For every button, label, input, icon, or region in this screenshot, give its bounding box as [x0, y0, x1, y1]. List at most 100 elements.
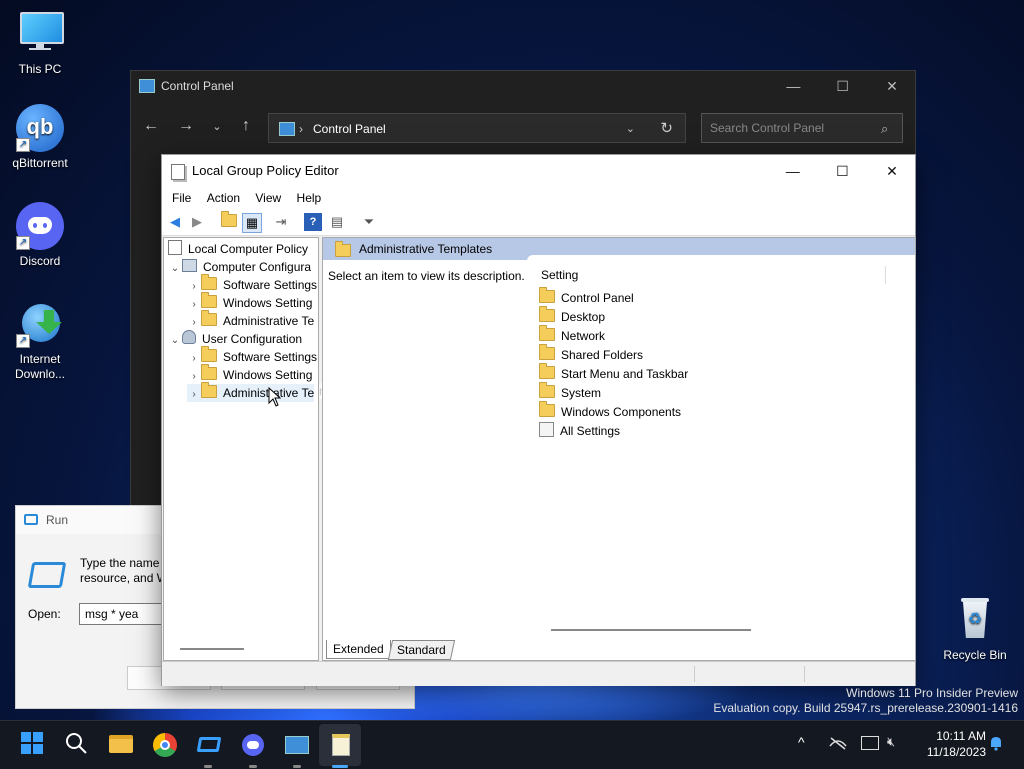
refresh-icon[interactable]: ↻: [660, 114, 673, 144]
properties-icon[interactable]: ▤: [328, 213, 346, 231]
close-button[interactable]: ✕: [869, 155, 915, 187]
notification-bell-icon[interactable]: [988, 735, 1004, 751]
folder-icon: [201, 346, 217, 362]
user-icon: [182, 330, 196, 344]
list-item-label: Start Menu and Taskbar: [561, 367, 689, 381]
address-bar[interactable]: › Control Panel ⌄ ↻: [268, 113, 686, 143]
menu-action[interactable]: Action: [201, 187, 246, 209]
chevron-down-icon[interactable]: ⌄: [168, 332, 182, 350]
address-dropdown-icon[interactable]: ⌄: [626, 114, 635, 144]
clock[interactable]: 10:11 AM 11/18/2023: [910, 728, 986, 760]
control-panel-icon: [279, 122, 295, 136]
tree-item-label: Windows Setting: [223, 368, 313, 382]
remote-desktop-icon[interactable]: [195, 731, 223, 759]
recycle-bin-icon: ♻: [951, 596, 999, 644]
monitor-icon: [16, 10, 64, 58]
tree-item-user-configuration[interactable]: ⌄ User Configuration: [168, 330, 302, 348]
window-title: Local Group Policy Editor: [192, 163, 339, 178]
recent-locations-chevron-icon[interactable]: ⌄: [205, 120, 229, 133]
tree-horizontal-scrollbar[interactable]: [180, 648, 244, 650]
control-panel-navbar: ← → ⌄ ↑ › Control Panel ⌄ ↻ ⌕: [131, 109, 915, 149]
volume-muted-icon[interactable]: 🔇︎: [887, 734, 895, 750]
notepad-icon[interactable]: [327, 731, 355, 759]
desktop-icon-recycle-bin[interactable]: ♻ Recycle Bin: [935, 596, 1015, 662]
watermark-build: Evaluation copy. Build 25947.rs_prerelea…: [713, 701, 1018, 715]
tree-item-label: Administrative Te: [223, 314, 315, 328]
minimize-button[interactable]: —: [770, 71, 816, 101]
status-divider: [694, 666, 695, 682]
folder-icon: [201, 292, 217, 308]
desktop-icon-label: Recycle Bin: [943, 648, 1007, 662]
content-horizontal-scrollbar[interactable]: [551, 629, 751, 631]
menu-file[interactable]: File: [166, 187, 197, 209]
list-item[interactable]: System: [539, 382, 601, 403]
list-item-label: Network: [561, 329, 606, 343]
desktop-icon-label: Internet Downlo...: [14, 352, 66, 381]
search-icon[interactable]: [62, 731, 90, 759]
description-text: Select an item to view its description.: [328, 269, 525, 283]
desktop-icon-label: This PC: [18, 62, 62, 76]
minimize-button[interactable]: —: [770, 155, 816, 187]
menu-view[interactable]: View: [249, 187, 287, 209]
desktop-icon-qbittorrent[interactable]: qb ↗ qBittorrent: [0, 104, 80, 170]
maximize-button[interactable]: ☐: [819, 155, 865, 187]
close-button[interactable]: ✕: [869, 71, 915, 101]
network-disconnected-icon[interactable]: [828, 736, 848, 750]
help-icon[interactable]: ?: [304, 213, 322, 231]
setting-column-header[interactable]: Setting: [541, 268, 578, 282]
tab-extended[interactable]: Extended: [326, 640, 391, 659]
up-arrow-icon[interactable]: ↑: [234, 117, 258, 135]
list-item[interactable]: All Settings: [539, 422, 620, 441]
chrome-icon[interactable]: [151, 731, 179, 759]
display-icon[interactable]: [861, 736, 879, 750]
list-item[interactable]: Shared Folders: [539, 344, 643, 365]
folder-icon: [201, 364, 217, 380]
search-input[interactable]: [701, 113, 903, 143]
menu-help[interactable]: Help: [291, 187, 328, 209]
computer-icon: [182, 259, 197, 272]
desktop-icon-internet-download-manager[interactable]: ↗ Internet Downlo...: [0, 300, 80, 382]
discord-icon[interactable]: [239, 731, 267, 759]
tree-item-administrative-templates-selected[interactable]: › Administrative Te: [187, 382, 315, 404]
chevron-down-icon[interactable]: ⌄: [168, 260, 182, 278]
control-panel-icon: [139, 79, 155, 93]
control-panel-icon[interactable]: [283, 731, 311, 759]
run-instruction-line: Type the name o: [80, 556, 170, 570]
list-item[interactable]: Desktop: [539, 306, 605, 327]
status-bar: [162, 661, 915, 686]
breadcrumb: Control Panel: [313, 122, 386, 136]
tab-standard[interactable]: Standard: [387, 640, 455, 660]
tree-item-computer-configuration[interactable]: ⌄ Computer Configura: [168, 258, 311, 276]
tree-item-local-computer-policy[interactable]: Local Computer Policy: [168, 240, 308, 258]
filter-icon[interactable]: ⏷: [360, 213, 378, 231]
folder-icon: [539, 401, 555, 417]
folder-icon: [539, 363, 555, 379]
chevron-right-icon[interactable]: ›: [187, 386, 201, 404]
open-label: Open:: [28, 607, 61, 621]
chevron-up-icon[interactable]: ^: [798, 734, 805, 750]
start-icon[interactable]: [18, 731, 46, 759]
file-explorer-icon[interactable]: [107, 731, 135, 759]
list-item[interactable]: Network: [539, 325, 606, 346]
back-arrow-icon[interactable]: ←: [139, 117, 163, 135]
forward-arrow-icon[interactable]: →: [174, 117, 198, 135]
list-item[interactable]: Start Menu and Taskbar: [539, 363, 689, 384]
maximize-button[interactable]: ☐: [820, 71, 866, 101]
breadcrumb-chevron-icon: ›: [299, 122, 303, 136]
content-header-title: Administrative Templates: [359, 242, 493, 256]
up-folder-icon[interactable]: [220, 211, 238, 231]
tree-item-label: Software Settings: [223, 350, 318, 364]
export-list-icon[interactable]: ⇥: [272, 213, 290, 231]
gpe-titlebar: Local Group Policy Editor — ☐ ✕: [162, 155, 915, 187]
list-item-label: All Settings: [560, 424, 621, 438]
show-hide-tree-icon[interactable]: ▦: [242, 213, 262, 233]
list-item[interactable]: Control Panel: [539, 287, 634, 308]
desktop-icon-this-pc[interactable]: This PC: [0, 10, 80, 76]
back-arrow-icon[interactable]: ◀: [166, 213, 184, 231]
discord-icon: ↗: [16, 202, 64, 250]
forward-arrow-icon[interactable]: ▶: [188, 213, 206, 231]
column-divider: [885, 266, 886, 284]
list-item[interactable]: Windows Components: [539, 401, 681, 422]
desktop-icon-discord[interactable]: ↗ Discord: [0, 202, 80, 268]
tree-item-administrative-templates[interactable]: › Administrative Te: [187, 310, 315, 330]
